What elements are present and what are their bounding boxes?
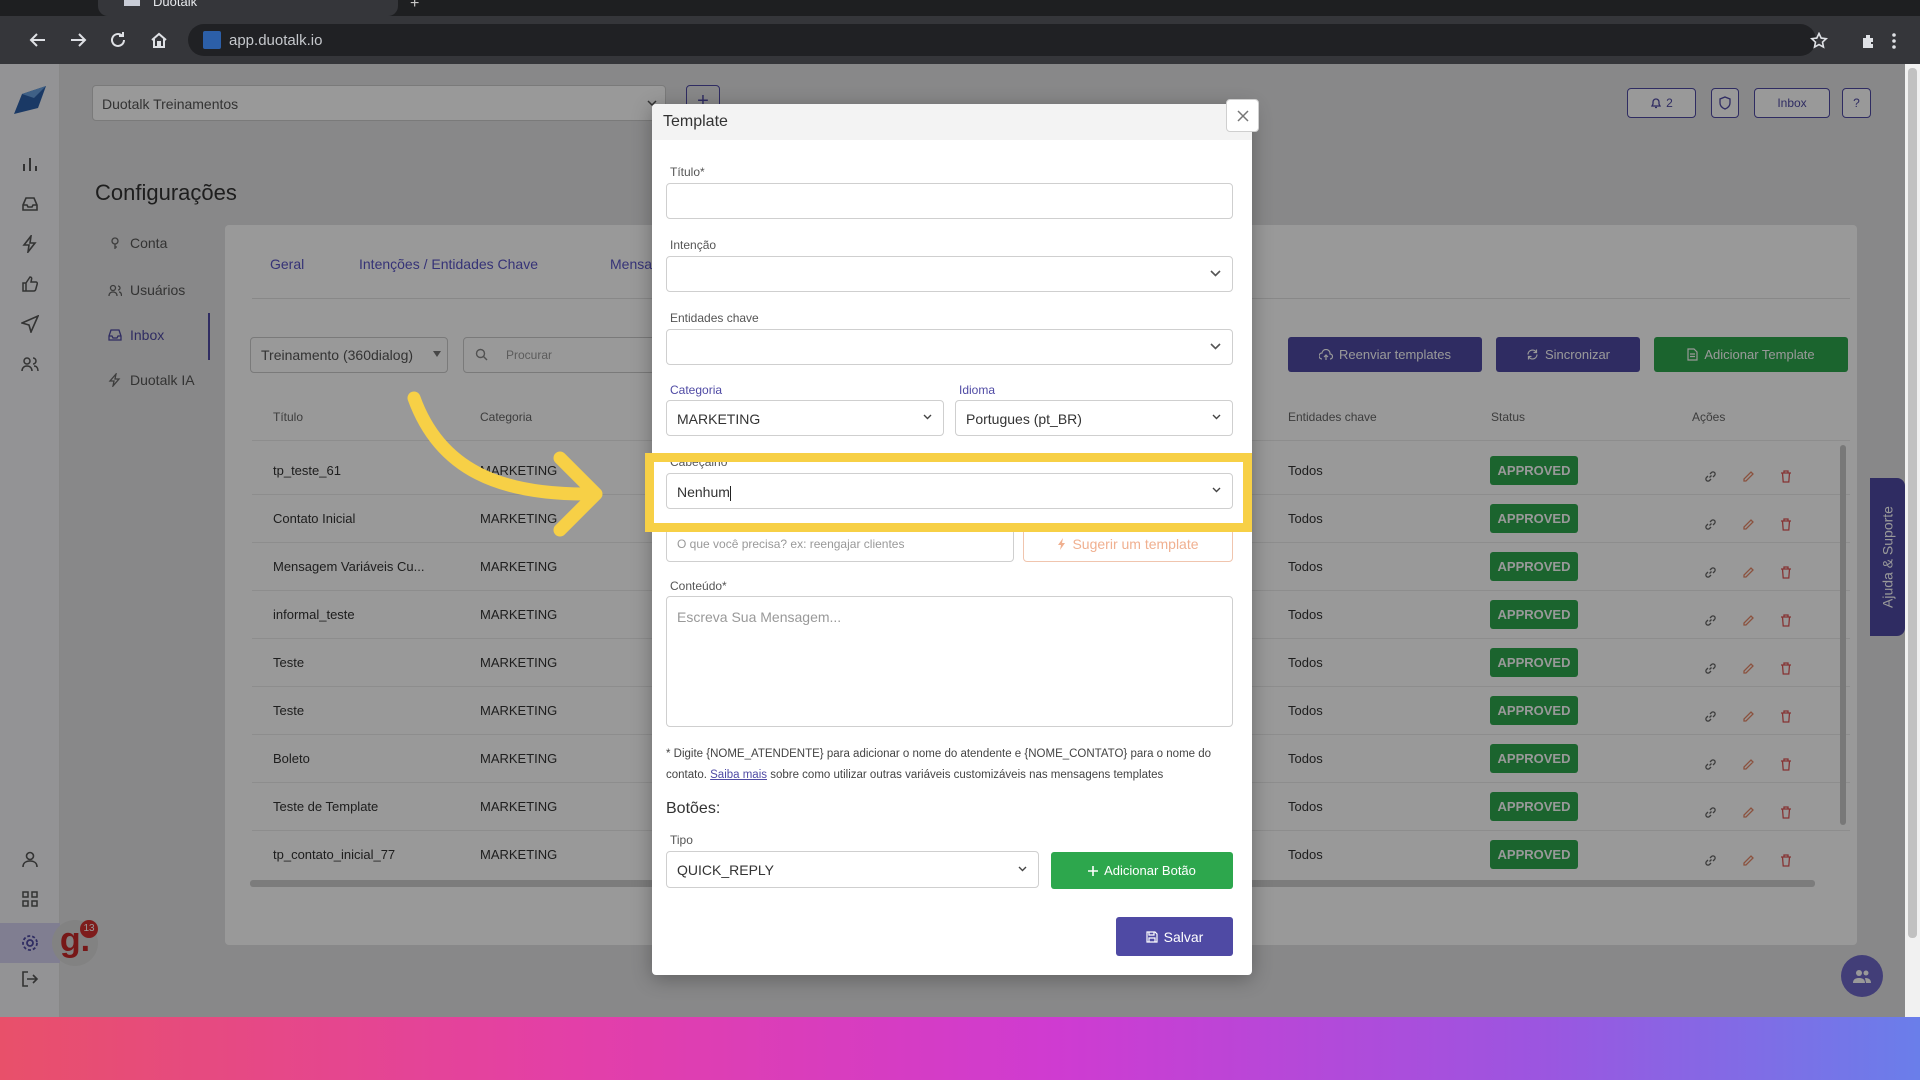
- browser-tab-title: Duotalk: [153, 0, 198, 9]
- save-button[interactable]: Salvar: [1116, 917, 1233, 956]
- new-tab-icon[interactable]: +: [410, 0, 419, 13]
- home-icon[interactable]: [145, 26, 173, 54]
- plus-icon: [1088, 865, 1099, 876]
- chevron-down-icon: [1210, 343, 1221, 350]
- tipo-value: QUICK_REPLY: [677, 862, 774, 878]
- intencao-select[interactable]: [666, 256, 1233, 292]
- conteudo-placeholder: Escreva Sua Mensagem...: [677, 609, 842, 625]
- tutorial-arrow-icon: [407, 391, 603, 537]
- bottom-gradient-banner: [0, 1017, 1920, 1080]
- extensions-icon[interactable]: [1855, 27, 1883, 55]
- highlight-box: [645, 453, 1252, 532]
- back-icon[interactable]: [24, 26, 52, 54]
- bookmark-star-icon[interactable]: [1805, 27, 1833, 55]
- categoria-label: Categoria: [670, 383, 723, 397]
- modal-header: [652, 104, 1252, 140]
- forward-icon[interactable]: [64, 26, 92, 54]
- url-text[interactable]: app.duotalk.io: [229, 32, 322, 49]
- categoria-value: MARKETING: [677, 411, 761, 427]
- conteudo-textarea[interactable]: Escreva Sua Mensagem...: [666, 596, 1233, 727]
- buttons-heading: Botões:: [666, 800, 721, 817]
- learn-more-link[interactable]: Saiba mais: [710, 769, 767, 781]
- site-icon: [203, 31, 221, 49]
- add-button-button[interactable]: Adicionar Botão: [1051, 852, 1233, 889]
- add-button-label: Adicionar Botão: [1104, 863, 1196, 878]
- floppy-disk-icon: [1146, 930, 1158, 943]
- reload-icon[interactable]: [104, 26, 132, 54]
- close-icon: [1236, 109, 1249, 122]
- idioma-value: Portugues (pt_BR): [966, 411, 1082, 427]
- entidades-label: Entidades chave: [670, 311, 759, 325]
- chevron-down-icon: [1018, 866, 1027, 871]
- chevron-down-icon: [1212, 414, 1221, 420]
- close-button[interactable]: [1226, 99, 1259, 132]
- intencao-label: Intenção: [670, 238, 717, 252]
- browser-tab[interactable]: [98, 0, 398, 16]
- idioma-label: Idioma: [959, 383, 996, 397]
- tab-favicon-icon: [124, 0, 140, 6]
- titulo-input[interactable]: [666, 183, 1233, 219]
- idioma-select[interactable]: Portugues (pt_BR): [955, 400, 1233, 436]
- ai-prompt-placeholder: O que você precisa? ex: reengajar client…: [677, 537, 905, 551]
- bolt-icon: [1058, 538, 1066, 550]
- page-scrollbar-thumb[interactable]: [1908, 68, 1917, 938]
- titulo-label: Título*: [670, 165, 705, 179]
- tipo-label: Tipo: [670, 833, 693, 847]
- note-text-end: sobre como utilizar outras variáveis cus…: [770, 769, 1164, 781]
- categoria-select[interactable]: MARKETING: [666, 400, 944, 436]
- conteudo-label: Conteúdo*: [670, 579, 727, 593]
- entidades-select[interactable]: [666, 329, 1233, 365]
- suggest-template-label: Sugerir um template: [1072, 536, 1199, 552]
- address-bar[interactable]: [188, 24, 1816, 56]
- tipo-select[interactable]: QUICK_REPLY: [666, 851, 1039, 888]
- chevron-down-icon: [923, 414, 932, 420]
- chevron-down-icon: [1210, 270, 1221, 277]
- variables-help-note: * Digite {NOME_ATENDENTE} para adicionar…: [666, 744, 1236, 786]
- browser-menu-icon[interactable]: [1888, 27, 1900, 55]
- modal-title: Template: [663, 113, 728, 130]
- save-label: Salvar: [1163, 928, 1204, 945]
